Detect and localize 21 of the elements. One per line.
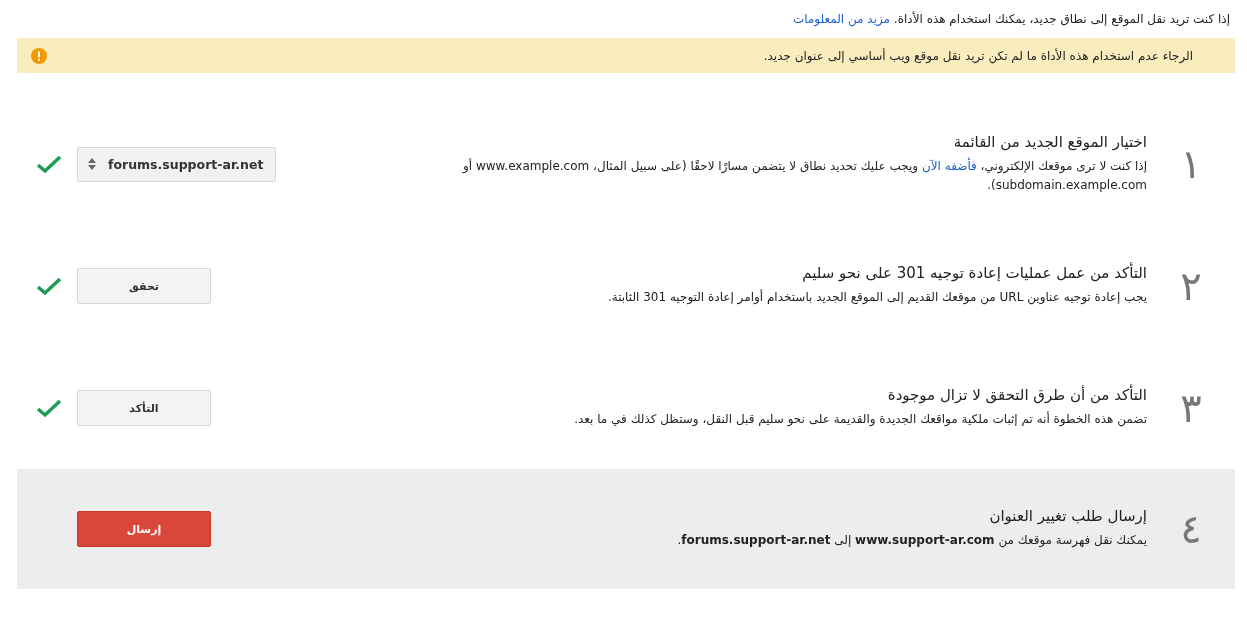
step-button[interactable]: التأكد <box>77 390 211 426</box>
add-now-link[interactable]: فأضفه الآن <box>921 158 977 173</box>
step-number: ٢ <box>1179 266 1203 306</box>
step-button[interactable]: تحقق <box>77 268 211 304</box>
sort-arrows-icon <box>88 158 96 170</box>
site-select[interactable]: forums.support-ar.net <box>77 146 276 182</box>
step-title: اختيار الموقع الجديد من القائمة <box>952 132 1147 151</box>
warning-text: الرجاء عدم استخدام هذه الأداة ما لم تكن تريد نقل موقع ويب أساسي إلى عنوان جديد. <box>763 48 1193 63</box>
step-title: التأكد من أن طرق التحقق لا تزال موجودة <box>886 386 1147 405</box>
step-number: ١ <box>1179 144 1203 184</box>
step-title: إرسال طلب تغيير العنوان <box>988 507 1147 526</box>
step-description: إذا كنت لا ترى موقعك الإلكتروني، فأضفه الآن ويجب عليك تحديد نطاق لا يتضمن مسارًا لاحقًا (على سبيل المثال، www.example.com أو subdomain.example.com). <box>461 156 1147 194</box>
step-number: ٣ <box>1179 388 1203 428</box>
submit-button[interactable]: إرسال <box>77 511 211 547</box>
learn-more-link[interactable]: مزيد من المعلومات <box>792 12 891 26</box>
intro-text: إذا كنت تريد نقل الموقع إلى نطاق جديد، يمكنك استخدام هذه الأداة. مزيد من المعلومات <box>791 10 1231 29</box>
step-description: تضمن هذه الخطوة أنه تم إثبات ملكية مواقعك الجديدة والقديمة على نحو سليم قبل النقل، وستظل كذلك في ما بعد. <box>573 410 1147 429</box>
warning-icon <box>31 47 47 64</box>
step-title: التأكد من عمل عمليات إعادة توجيه 301 على نحو سليم <box>801 264 1147 283</box>
step-description: يجب إعادة توجيه عناوين URL من موقعك القديم إلى الموقع الجديد باستخدام أوامر إعادة التوجيه 301 الثابتة. <box>606 288 1147 307</box>
step-number: ٤ <box>1179 509 1203 549</box>
